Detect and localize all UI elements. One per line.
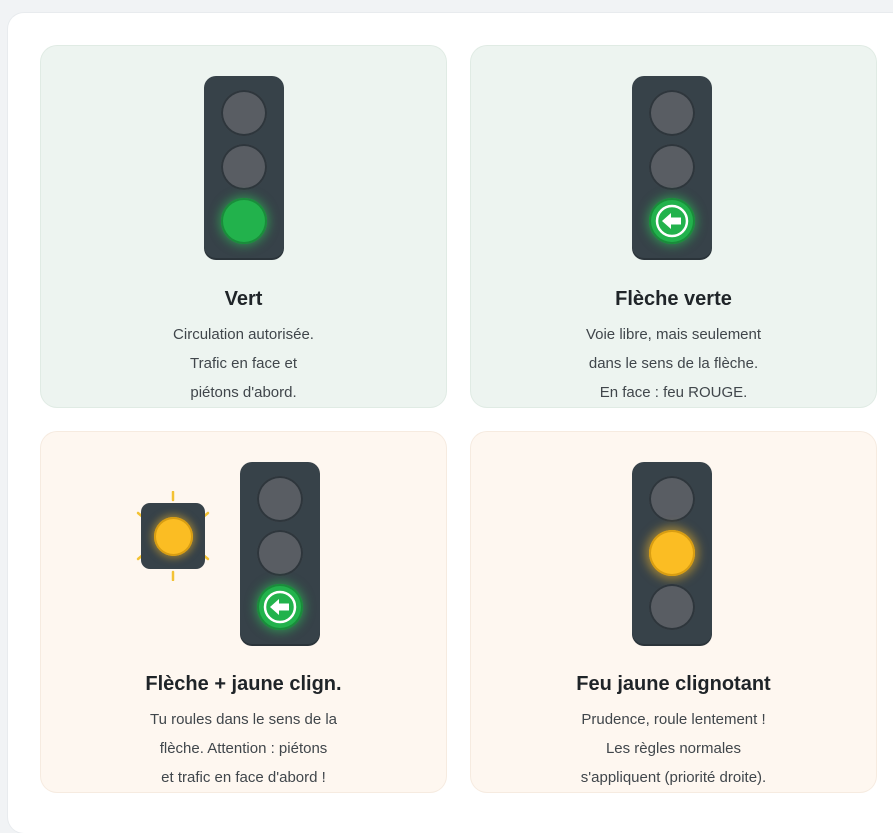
yellow-light-icon (649, 530, 695, 576)
traffic-light-icon (204, 76, 284, 258)
card-flashing-yellow: Feu jaune clignotant Prudence, roule len… (471, 432, 876, 792)
lamp-off (257, 476, 303, 522)
blinker-housing (141, 503, 205, 569)
green-light-icon (221, 198, 267, 244)
lamp-off (649, 476, 695, 522)
lamp-off (221, 144, 267, 190)
traffic-light-icon (240, 462, 320, 644)
card-title: Flèche verte (615, 288, 732, 310)
card-description: Prudence, roule lentement ! Les règles n… (580, 711, 767, 786)
card-description: Circulation autorisée. Trafic en face et… (173, 326, 314, 401)
traffic-light-icon (632, 76, 712, 258)
card-title: Flèche + jaune clign. (145, 673, 342, 695)
lamp-off (257, 530, 303, 576)
lamp-off (649, 90, 695, 136)
lamp-off (649, 144, 695, 190)
yellow-light-icon (154, 517, 193, 556)
card-description: Tu roules dans le sens de la flèche. Att… (149, 711, 338, 786)
card-green-light: Vert Circulation autorisée. Trafic en fa… (41, 46, 446, 407)
card-description: Voie libre, mais seulement dans le sens … (585, 326, 762, 401)
flashing-yellow-light-icon (135, 491, 211, 581)
green-arrow-left-icon (649, 198, 695, 244)
card-green-arrow: Flèche verte Voie libre, mais seulement … (471, 46, 876, 407)
lamp-off (221, 90, 267, 136)
green-arrow-left-icon (257, 584, 303, 630)
traffic-light-icon (632, 462, 712, 644)
lamp-off (649, 584, 695, 630)
card-arrow-flashing-yellow: Flèche + jaune clign. Tu roules dans le … (41, 432, 446, 792)
card-title: Vert (224, 288, 263, 310)
card-title: Feu jaune clignotant (576, 673, 771, 695)
